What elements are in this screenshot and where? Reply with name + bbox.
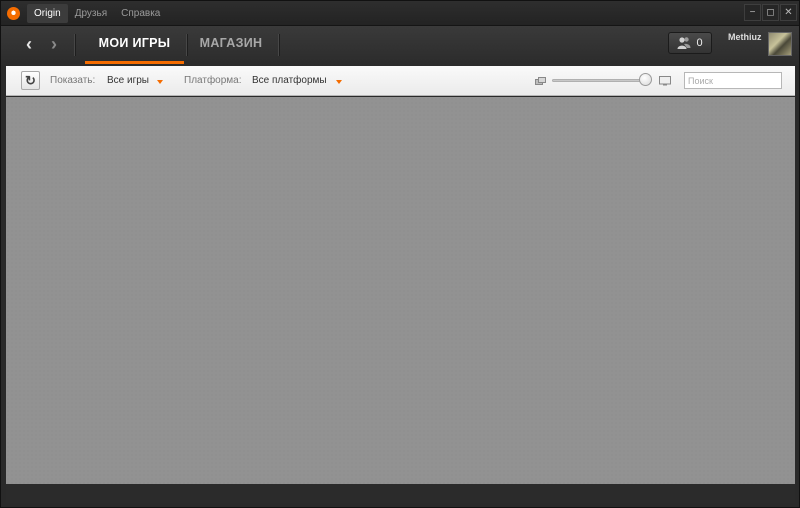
window-controls: − ◻ ✕ [744, 4, 797, 21]
chevron-down-icon[interactable] [157, 80, 163, 84]
tab-store[interactable]: МАГАЗИН [188, 26, 274, 66]
origin-window: Origin Друзья Справка − ◻ ✕ ‹ › МОИ ИГРЫ… [0, 0, 800, 508]
menu-bar: Origin Друзья Справка [27, 4, 167, 23]
nav-divider [278, 34, 279, 56]
games-library-area [6, 97, 795, 484]
show-dropdown[interactable]: Все игры [107, 75, 149, 86]
chevron-right-icon[interactable]: › [45, 34, 63, 54]
chevron-left-icon[interactable]: ‹ [20, 34, 38, 54]
chevron-down-icon[interactable] [336, 80, 342, 84]
maximize-button[interactable]: ◻ [762, 4, 779, 21]
menu-origin[interactable]: Origin [27, 4, 68, 23]
menu-help[interactable]: Справка [114, 4, 167, 23]
tab-my-games[interactable]: МОИ ИГРЫ [85, 26, 184, 66]
slider-handle[interactable] [639, 73, 652, 86]
avatar[interactable] [768, 32, 792, 56]
friends-icon [677, 37, 691, 49]
small-tiles-icon[interactable] [535, 77, 546, 85]
search-input[interactable] [684, 72, 782, 89]
platform-dropdown[interactable]: Все платформы [252, 75, 327, 86]
username[interactable]: Methiuz [728, 32, 762, 42]
filter-toolbar: ↻ Показать: Все игры Платформа: Все плат… [6, 66, 795, 96]
friends-count: 0 [696, 37, 703, 49]
nav-divider [74, 34, 75, 56]
close-button[interactable]: ✕ [780, 4, 797, 21]
status-footer [6, 484, 795, 503]
nav-divider [186, 34, 187, 56]
origin-logo-icon [7, 7, 20, 20]
tile-size-slider[interactable] [552, 79, 650, 82]
friends-button[interactable]: 0 [668, 32, 712, 54]
menu-friends[interactable]: Друзья [68, 4, 114, 23]
large-tiles-icon[interactable] [659, 76, 671, 86]
minimize-button[interactable]: − [744, 4, 761, 21]
show-label: Показать: [50, 75, 96, 86]
title-bar: Origin Друзья Справка − ◻ ✕ [1, 1, 799, 26]
platform-label: Платформа: [184, 75, 242, 86]
refresh-button[interactable]: ↻ [21, 71, 40, 90]
nav-header: ‹ › МОИ ИГРЫ МАГАЗИН 0 Methiuz [1, 26, 799, 66]
